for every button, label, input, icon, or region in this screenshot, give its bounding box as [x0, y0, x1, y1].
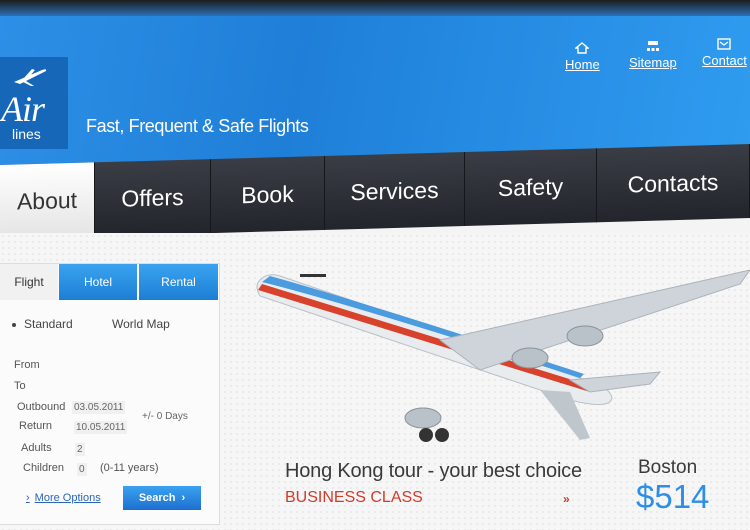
to-label: To	[14, 380, 26, 392]
promo-price: $514	[636, 478, 710, 515]
tab-hotel[interactable]: Hotel	[59, 264, 137, 300]
more-options-link[interactable]: › More Options	[26, 492, 101, 504]
adults-field[interactable]: 2	[75, 443, 85, 456]
contact-icon	[717, 38, 732, 50]
outbound-label: Outbound	[17, 401, 66, 413]
search-button-label: Search	[138, 492, 176, 504]
return-label: Return	[19, 420, 53, 432]
chevron-right-icon: ›	[26, 492, 30, 504]
children-field[interactable]: 0	[77, 463, 87, 476]
promo-city: Boston	[638, 457, 698, 478]
browser-viewport: Air lines Fast, Frequent & Safe Flights …	[0, 0, 750, 530]
radio-standard-label: Standard	[24, 317, 73, 331]
radio-world-map-label: World Map	[112, 317, 170, 331]
home-link-label: Home	[565, 57, 600, 72]
more-options-label: More Options	[34, 492, 101, 504]
promo-title[interactable]: Hong Kong tour - your best choice	[285, 460, 582, 483]
nav-item-book[interactable]: Book	[211, 155, 325, 234]
nav-item-about[interactable]: About	[0, 162, 95, 239]
from-label: From	[14, 359, 40, 371]
promo-class: BUSINESS CLASS	[285, 489, 423, 506]
tab-flight[interactable]: Flight	[0, 264, 58, 300]
outbound-date-field[interactable]: 03.05.2011	[72, 401, 126, 414]
sitemap-icon	[646, 41, 659, 51]
contact-link-label: Contact	[702, 53, 747, 68]
home-icon	[575, 42, 590, 54]
return-date-field[interactable]: 10.05.2011	[74, 421, 128, 434]
contact-link[interactable]: Contact	[702, 38, 747, 68]
booking-panel: Flight Hotel Rental Standard World Map F…	[0, 263, 220, 525]
children-label: Children	[23, 462, 64, 474]
logo-text-air: Air	[1, 89, 45, 129]
radio-standard[interactable]: Standard	[12, 317, 73, 331]
tagline: Fast, Frequent & Safe Flights	[86, 116, 309, 136]
nav-item-offers[interactable]: Offers	[95, 159, 211, 237]
chevron-right-icon: ›	[181, 492, 186, 504]
airplane-image	[256, 269, 750, 442]
sitemap-link-label: Sitemap	[629, 55, 677, 70]
days-range[interactable]: +/- 0 Days	[140, 410, 190, 423]
home-link[interactable]: Home	[565, 42, 600, 72]
header-top-edge	[0, 0, 750, 16]
tab-rental[interactable]: Rental	[139, 264, 218, 300]
sitemap-link[interactable]: Sitemap	[629, 40, 677, 70]
children-hint: (0-11 years)	[100, 462, 159, 474]
radio-dot-icon	[12, 322, 16, 327]
nav-item-safety[interactable]: Safety	[465, 148, 597, 227]
promo-arrow-icon[interactable]: »	[563, 492, 570, 506]
airplane-logo-icon	[14, 69, 47, 86]
adults-label: Adults	[21, 442, 52, 454]
logo-text-lines: lines	[12, 126, 41, 142]
nav-item-services[interactable]: Services	[325, 152, 465, 230]
search-button[interactable]: Search ›	[123, 486, 201, 510]
radio-world-map[interactable]: World Map	[112, 317, 170, 331]
nav-item-contacts[interactable]: Contacts	[597, 144, 750, 223]
